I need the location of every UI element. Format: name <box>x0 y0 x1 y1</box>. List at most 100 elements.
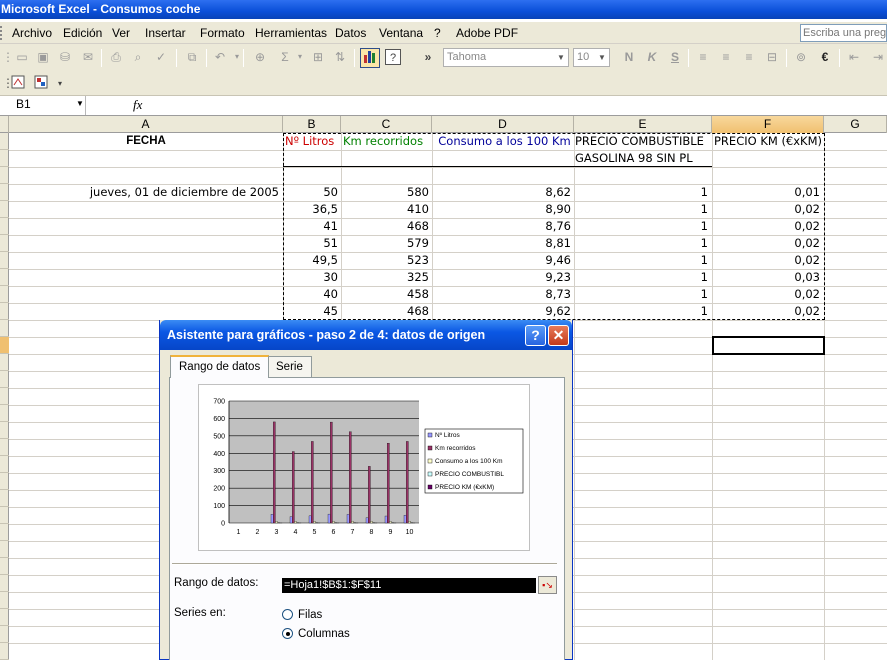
align-right-icon[interactable]: ≡ <box>741 49 757 65</box>
menu-insertar[interactable]: Insertar <box>145 26 186 40</box>
row-header[interactable] <box>0 218 9 235</box>
column-header-d[interactable]: D <box>432 116 574 133</box>
decrease-indent-icon[interactable]: ⇤ <box>846 49 862 65</box>
tab-rango-de-datos[interactable]: Rango de datos <box>170 355 270 378</box>
cell-fecha[interactable] <box>9 303 281 320</box>
undo-icon[interactable]: ↶ <box>212 49 228 65</box>
row-header[interactable] <box>0 456 9 473</box>
row-header[interactable] <box>0 303 9 320</box>
radio-filas[interactable] <box>282 609 293 620</box>
copy-icon[interactable]: ⧉ <box>184 49 200 65</box>
column-header-e[interactable]: E <box>574 116 712 133</box>
row-header[interactable] <box>0 422 9 439</box>
align-center-icon[interactable]: ≡ <box>718 49 734 65</box>
row-header[interactable] <box>0 252 9 269</box>
chart-wizard-icon[interactable] <box>360 48 380 68</box>
column-header-c[interactable]: C <box>341 116 432 133</box>
row-header[interactable] <box>0 269 9 286</box>
menu-herramientas[interactable]: Herramientas <box>255 26 327 40</box>
row-header[interactable] <box>0 439 9 456</box>
column-header-b[interactable]: B <box>283 116 341 133</box>
hyperlink-icon[interactable]: ⊕ <box>252 49 268 65</box>
bold-button[interactable]: N <box>621 49 637 65</box>
dialog-title-bar[interactable]: Asistente para gráficos - paso 2 de 4: d… <box>160 320 572 350</box>
permission-icon[interactable]: ⛁ <box>57 49 73 65</box>
cell-fecha[interactable] <box>9 286 281 303</box>
column-header-f[interactable]: F <box>712 116 824 133</box>
cell-fecha[interactable] <box>9 252 281 269</box>
row-header[interactable] <box>0 626 9 643</box>
collapse-dialog-button[interactable]: ▪↘ <box>538 576 557 594</box>
row-header[interactable] <box>0 524 9 541</box>
dialog-help-button[interactable]: ? <box>525 325 546 346</box>
help-icon[interactable]: ? <box>385 49 401 65</box>
dialog-close-button[interactable]: ✕ <box>548 325 569 346</box>
italic-button[interactable]: K <box>644 49 660 65</box>
name-box[interactable]: B1 ▼ <box>0 96 86 115</box>
toolbar-options-icon[interactable]: ▾ <box>52 76 68 92</box>
help-search-input[interactable]: Escriba una pregu <box>800 24 887 42</box>
increase-indent-icon[interactable]: ⇥ <box>870 49 886 65</box>
row-header[interactable] <box>0 133 9 150</box>
currency-icon[interactable]: ⊚ <box>793 49 809 65</box>
radio-columnas-label[interactable]: Columnas <box>298 628 350 640</box>
row-header[interactable] <box>0 609 9 626</box>
row-header[interactable] <box>0 201 9 218</box>
row-header[interactable] <box>0 643 9 660</box>
row-header[interactable] <box>0 575 9 592</box>
euro-icon[interactable]: € <box>817 49 833 65</box>
row-header[interactable] <box>0 541 9 558</box>
insert-function-icon[interactable]: fx <box>133 97 142 113</box>
ink-drawing-icon[interactable] <box>33 75 49 91</box>
menu-formato[interactable]: Formato <box>200 26 245 40</box>
cell-fecha[interactable] <box>9 235 281 252</box>
cell-fecha[interactable]: jueves, 01 de diciembre de 2005 <box>9 184 281 201</box>
menu-ver[interactable]: Ver <box>112 26 130 40</box>
merge-center-icon[interactable]: ⊟ <box>764 49 780 65</box>
function-icon[interactable]: ⊞ <box>310 49 326 65</box>
autosum-dropdown-icon[interactable]: ▾ <box>292 49 308 65</box>
tab-serie[interactable]: Serie <box>267 356 312 377</box>
ink-annotation-icon[interactable] <box>10 75 26 91</box>
menu-datos[interactable]: Datos <box>335 26 366 40</box>
spelling-icon[interactable]: ✓ <box>153 49 169 65</box>
new-icon[interactable]: ▭ <box>14 49 30 65</box>
menu-archivo[interactable]: Archivo <box>12 26 52 40</box>
menu-adobe-pdf[interactable]: Adobe PDF <box>456 26 518 40</box>
print-icon[interactable]: ⎙ <box>108 49 124 65</box>
menu-edicion[interactable]: Edición <box>63 26 102 40</box>
row-header[interactable] <box>0 507 9 524</box>
row-header[interactable] <box>0 490 9 507</box>
row-header[interactable] <box>0 592 9 609</box>
radio-filas-label[interactable]: Filas <box>298 609 322 621</box>
row-header[interactable] <box>0 558 9 575</box>
row-header[interactable] <box>0 286 9 303</box>
autosum-icon[interactable]: Σ <box>277 49 293 65</box>
print-preview-icon[interactable]: ⌕ <box>130 49 146 65</box>
cell-fecha[interactable] <box>9 218 281 235</box>
row-header[interactable] <box>0 184 9 201</box>
header-fecha[interactable]: FECHA <box>9 133 283 150</box>
menu-help[interactable]: ? <box>434 26 441 40</box>
column-header-a[interactable]: A <box>9 116 283 133</box>
row-header[interactable] <box>0 473 9 490</box>
select-all-button[interactable] <box>0 116 9 133</box>
row-header[interactable] <box>0 235 9 252</box>
row-header[interactable] <box>0 320 9 337</box>
column-header-g[interactable]: G <box>824 116 887 133</box>
align-left-icon[interactable]: ≡ <box>695 49 711 65</box>
row-header[interactable] <box>0 337 9 354</box>
menu-grip-handle[interactable] <box>0 26 3 40</box>
email-icon[interactable]: ✉ <box>80 49 96 65</box>
row-header[interactable] <box>0 167 9 184</box>
cell-fecha[interactable] <box>9 269 281 286</box>
save-icon[interactable]: ▣ <box>35 49 51 65</box>
underline-button[interactable]: S <box>667 49 683 65</box>
name-box-dropdown-icon[interactable]: ▼ <box>76 99 84 108</box>
row-header[interactable] <box>0 354 9 371</box>
font-name-select[interactable]: Tahoma ▼ <box>443 48 569 67</box>
active-cell[interactable] <box>712 336 825 355</box>
row-header[interactable] <box>0 150 9 167</box>
menu-ventana[interactable]: Ventana <box>379 26 423 40</box>
cell-fecha[interactable] <box>9 201 281 218</box>
